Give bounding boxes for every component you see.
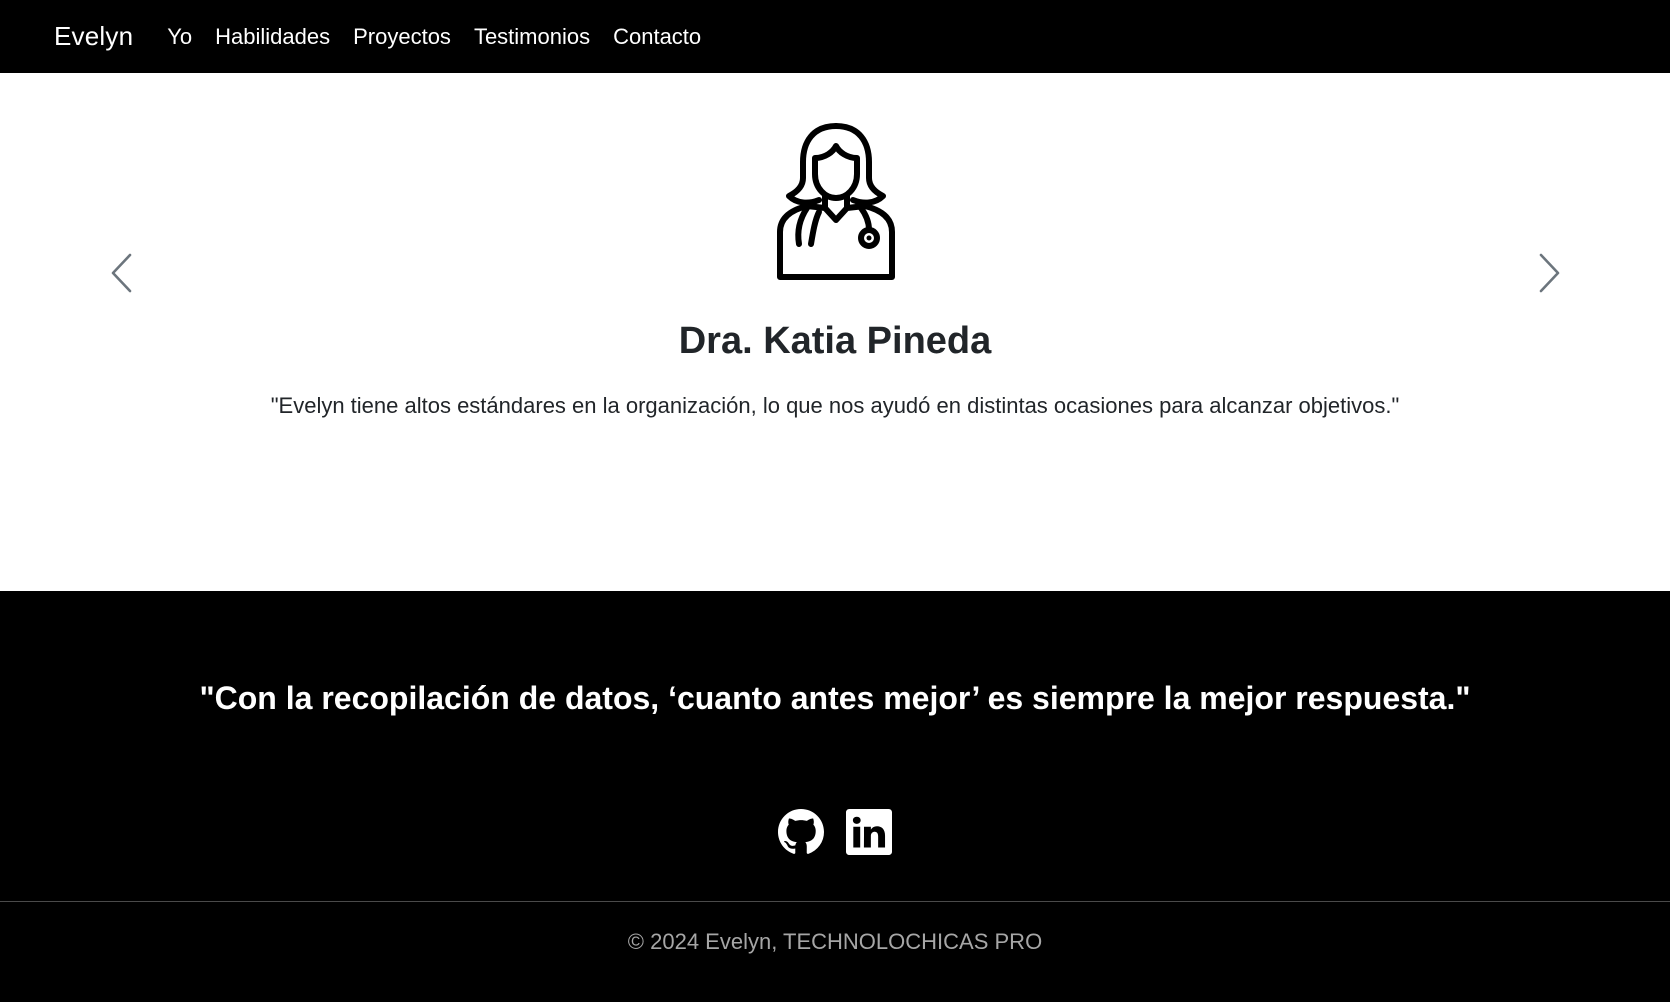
footer-divider	[0, 901, 1670, 902]
copyright-text: © 2024 Evelyn, TECHNOLOCHICAS PRO	[627, 929, 1043, 954]
navbar: Evelyn Yo Habilidades Proyectos Testimon…	[0, 0, 1670, 73]
chevron-left-icon	[111, 253, 132, 293]
testimonial-author: Dra. Katia Pineda	[678, 320, 992, 362]
linkedin-link[interactable]	[846, 809, 892, 855]
nav-link-yo[interactable]: Yo	[167, 24, 192, 50]
footer: "Con la recopilación de datos, ‘cuanto a…	[0, 591, 1670, 1002]
testimonial-quote: "Evelyn tiene altos estándares en la org…	[270, 393, 1400, 418]
carousel-prev-button[interactable]	[97, 243, 147, 303]
github-link[interactable]	[778, 809, 824, 855]
nav-link-proyectos[interactable]: Proyectos	[353, 24, 451, 50]
testimonials-carousel: Dra. Katia Pineda "Evelyn tiene altos es…	[0, 73, 1670, 591]
nav-item: Yo	[167, 24, 215, 50]
female-doctor-icon	[777, 123, 895, 280]
nav-link-habilidades[interactable]: Habilidades	[215, 24, 330, 50]
nav-link-testimonios[interactable]: Testimonios	[474, 24, 590, 50]
chevron-right-icon	[1539, 253, 1560, 293]
nav-menu: Yo Habilidades Proyectos Testimonios Con…	[167, 24, 724, 50]
footer-quote: "Con la recopilación de datos, ‘cuanto a…	[199, 680, 1471, 716]
navbar-brand[interactable]: Evelyn	[54, 21, 133, 52]
carousel-next-button[interactable]	[1524, 243, 1574, 303]
nav-item: Proyectos	[353, 24, 474, 50]
social-links	[0, 809, 1670, 855]
nav-item: Habilidades	[215, 24, 353, 50]
nav-link-contacto[interactable]: Contacto	[613, 24, 701, 50]
github-icon	[778, 809, 824, 854]
nav-item: Contacto	[613, 24, 724, 50]
linkedin-icon	[846, 809, 892, 855]
nav-item: Testimonios	[474, 24, 613, 50]
